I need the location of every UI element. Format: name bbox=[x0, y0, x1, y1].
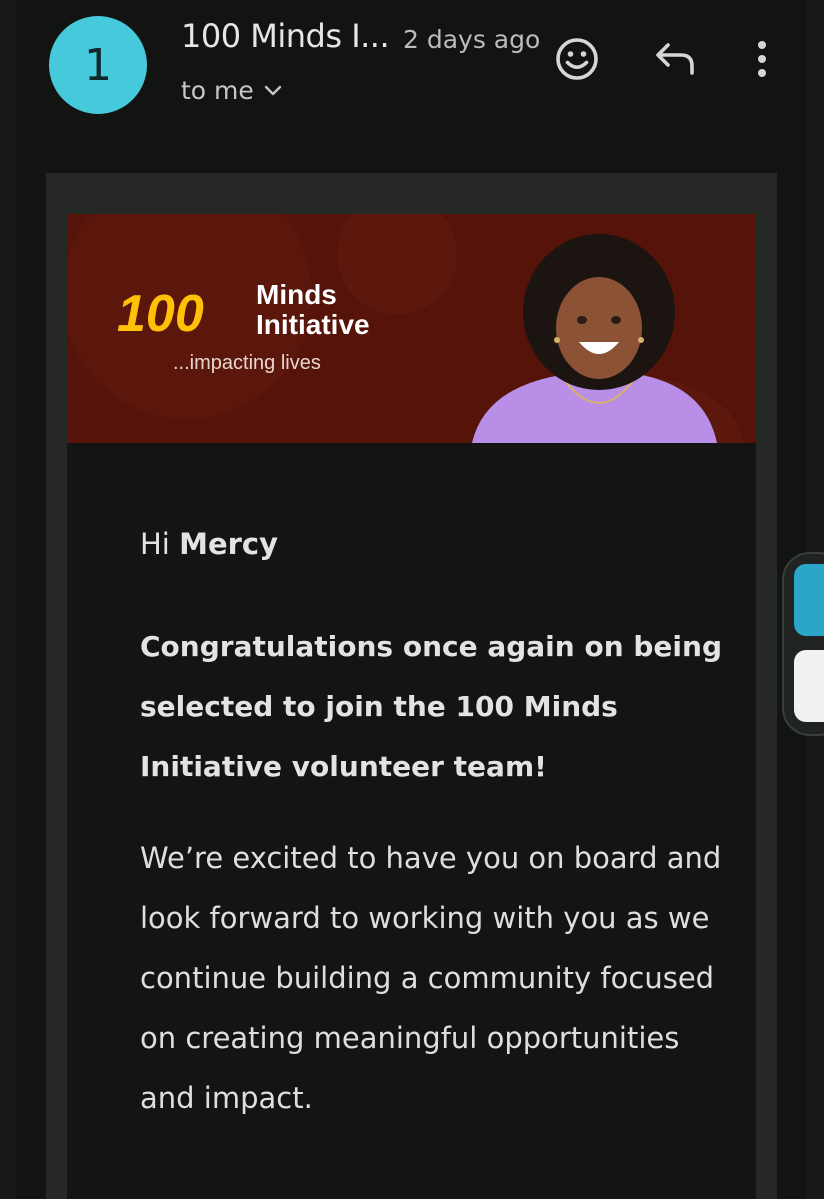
logo-number: 100 bbox=[117, 285, 204, 343]
logo-mark: 100 bbox=[117, 285, 204, 343]
greeting-prefix: Hi bbox=[140, 527, 180, 561]
email-greeting: Hi Mercy bbox=[140, 527, 730, 561]
email-congrats: Congratulations once again on being sele… bbox=[140, 630, 722, 783]
sender-name[interactable]: 100 Minds I... bbox=[181, 17, 390, 55]
floating-shortcuts[interactable] bbox=[782, 552, 824, 736]
timestamp: 2 days ago bbox=[403, 25, 541, 54]
chevron-down-icon bbox=[264, 85, 281, 95]
recipient-label: to me bbox=[181, 76, 254, 105]
reply-icon[interactable] bbox=[655, 42, 697, 80]
sender-avatar[interactable]: 1 bbox=[49, 16, 147, 114]
shortcut-app-1[interactable] bbox=[794, 564, 824, 636]
shortcut-app-2[interactable] bbox=[794, 650, 824, 722]
logo-tagline: ...impacting lives bbox=[173, 352, 321, 374]
logo-line-2: Initiative bbox=[256, 309, 370, 340]
logo-wordmark: Minds Initiative bbox=[256, 280, 370, 340]
more-vert-icon[interactable] bbox=[755, 40, 769, 82]
logo-line-1: Minds bbox=[256, 279, 337, 310]
newsletter-banner: 100 Minds Initiative ...impacting lives bbox=[67, 214, 756, 443]
emoji-icon[interactable] bbox=[555, 37, 599, 85]
recipient-details-toggle[interactable]: to me bbox=[181, 76, 282, 105]
recipient-name: Mercy bbox=[179, 527, 279, 561]
email-paragraph: We’re excited to have you on board and l… bbox=[140, 841, 722, 1115]
